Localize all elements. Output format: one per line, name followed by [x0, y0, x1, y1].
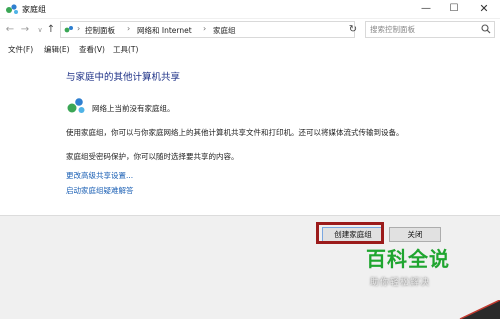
watermark-logo: 百科全说 — [366, 247, 450, 271]
refresh-icon[interactable]: ↻ — [345, 21, 361, 38]
title-bar: 家庭组 — ☐ ✕ — [0, 0, 500, 19]
breadcrumb-item-control-panel[interactable]: 控制面板 — [85, 25, 115, 36]
menu-tools[interactable]: 工具(T) — [113, 44, 138, 55]
main-content: 与家庭中的其他计算机共享 网络上当前没有家庭组。 使用家庭组，你可以与你家庭网络… — [0, 56, 500, 216]
search-box[interactable] — [365, 21, 495, 38]
breadcrumb-separator: › — [77, 24, 81, 33]
search-input[interactable] — [368, 23, 480, 36]
advanced-sharing-link[interactable]: 更改高级共享设置... — [66, 170, 133, 181]
close-button[interactable]: 关闭 — [389, 227, 441, 242]
menu-bar: 文件(F) 编辑(E) 查看(V) 工具(T) — [0, 43, 500, 56]
control-panel-icon — [64, 26, 73, 33]
troubleshoot-link[interactable]: 启动家庭组疑难解答 — [66, 185, 134, 196]
breadcrumb-item-homegroup[interactable]: 家庭组 — [213, 25, 236, 36]
breadcrumb-separator: › — [127, 24, 131, 33]
homegroup-description: 使用家庭组，你可以与你家庭网络上的其他计算机共享文件和打印机。还可以将媒体流式传… — [66, 128, 404, 137]
forward-arrow-icon[interactable]: → — [20, 23, 30, 37]
menu-view[interactable]: 查看(V) — [79, 44, 105, 55]
watermark-decoration — [459, 300, 500, 319]
address-bar: ← → ∨ ↑ › 控制面板 › 网络和 Internet › 家庭组 ↻ — [0, 19, 500, 41]
highlight-box — [316, 222, 384, 244]
menu-file[interactable]: 文件(F) — [8, 44, 33, 55]
search-icon[interactable] — [481, 24, 491, 34]
window-title: 家庭组 — [22, 5, 46, 14]
maximize-button[interactable]: ☐ — [440, 0, 468, 18]
homegroup-status: 网络上当前没有家庭组。 — [92, 104, 175, 113]
back-arrow-icon[interactable]: ← — [5, 23, 15, 37]
password-note: 家庭组受密码保护，你可以随时选择要共享的内容。 — [66, 152, 239, 161]
breadcrumb-item-network-internet[interactable]: 网络和 Internet — [137, 25, 192, 36]
close-window-button[interactable]: ✕ — [470, 0, 498, 18]
breadcrumb[interactable]: › 控制面板 › 网络和 Internet › 家庭组 — [60, 21, 355, 38]
watermark-slogan: 助你轻松解决 — [370, 278, 431, 288]
homegroup-icon — [6, 4, 18, 14]
breadcrumb-separator: › — [203, 24, 207, 33]
recent-locations-chevron-icon[interactable]: ∨ — [35, 23, 45, 37]
minimize-button[interactable]: — — [412, 0, 440, 18]
up-arrow-icon[interactable]: ↑ — [46, 23, 56, 37]
menu-edit[interactable]: 编辑(E) — [44, 44, 70, 55]
homegroup-icon — [67, 98, 85, 113]
page-title: 与家庭中的其他计算机共享 — [66, 72, 181, 83]
